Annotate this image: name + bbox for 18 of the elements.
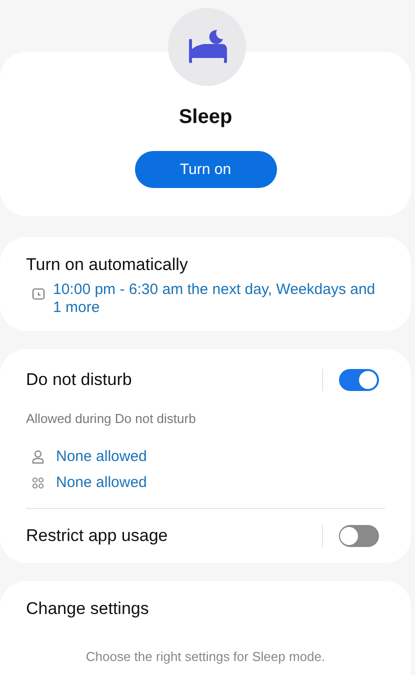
change-settings-description: Choose the right settings for Sleep mode. — [84, 649, 326, 664]
mode-title: Sleep — [178, 106, 232, 129]
toggle-switch[interactable] — [339, 369, 379, 391]
bed-moon-icon — [186, 28, 228, 66]
person-icon — [32, 450, 44, 464]
change-settings-title: Change settings — [26, 599, 150, 619]
apps-icon — [32, 477, 44, 489]
allowed-subtitle: Allowed during Do not disturb — [26, 411, 197, 426]
schedule-title: Turn on automatically — [26, 255, 189, 275]
allowed-link[interactable]: None allowed — [56, 448, 147, 466]
toggle-switch[interactable] — [339, 525, 379, 547]
schedule-summary: 10:00 pm - 6:30 am the next day, Weekdays and 1 more — [53, 281, 376, 317]
turn-on-button[interactable]: Turn on — [134, 151, 276, 188]
schedule-card[interactable]: Turn on automatically 10:00 pm - 6:30 am the next day, Weekdays and 1 more — [0, 237, 411, 331]
do-not-disturb-label: Do not disturb — [26, 370, 133, 390]
allowed-link[interactable]: None allowed — [56, 474, 147, 492]
calendar-clock-icon — [32, 287, 45, 300]
restrict-app-usage-label: Restrict app usage — [26, 526, 169, 546]
